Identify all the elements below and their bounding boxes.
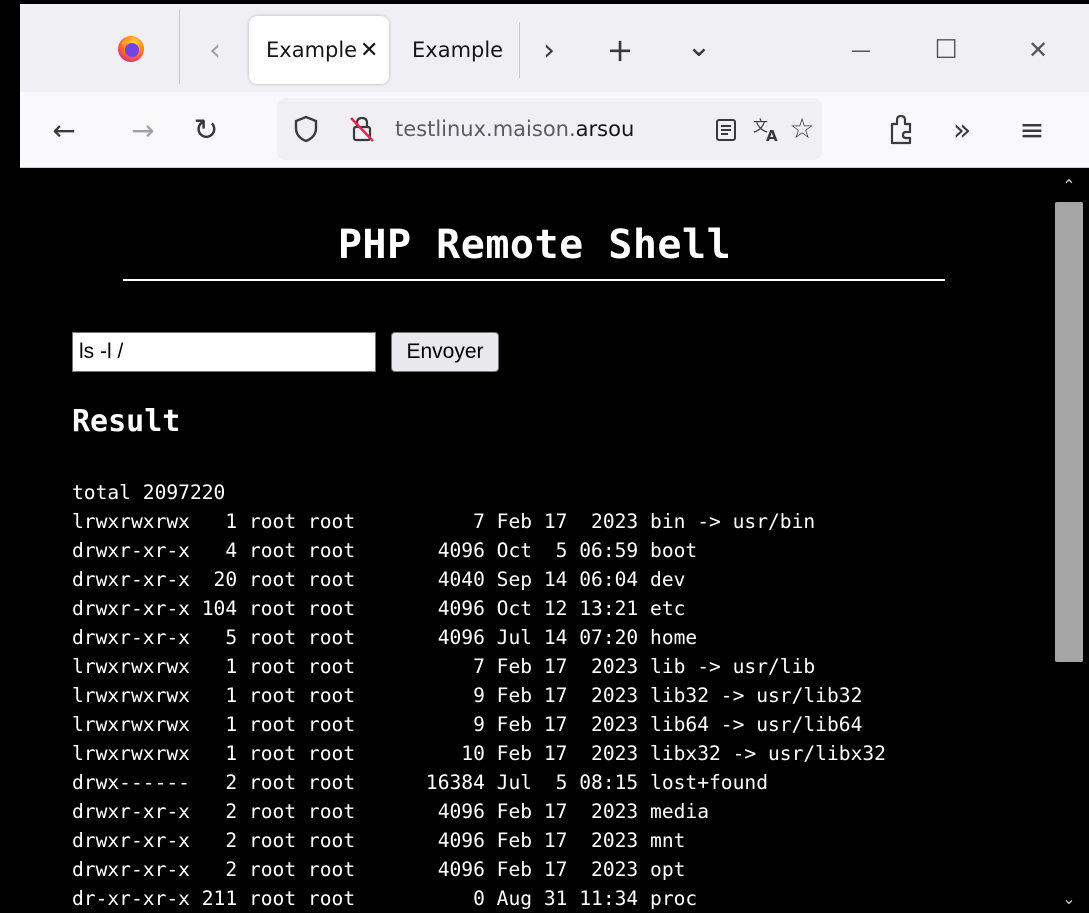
- svg-text:A: A: [766, 127, 778, 143]
- output-line: drwxr-xr-x 2 root root 4096 Feb 17 2023 …: [72, 829, 686, 852]
- submit-button[interactable]: Envoyer: [391, 332, 499, 372]
- title-divider: [123, 279, 945, 281]
- scroll-up-arrow-icon[interactable]: ⌃: [1049, 170, 1089, 200]
- reader-view-icon[interactable]: [715, 118, 737, 142]
- browser-window: ‹ Example ✕ Example › + ⌄ — ☐ ✕ ← → ↻ te…: [20, 0, 1089, 913]
- tab-example[interactable]: Example: [412, 16, 510, 84]
- vertical-scrollbar[interactable]: ⌃ ⌄: [1049, 168, 1089, 913]
- close-window-icon[interactable]: ✕: [1020, 30, 1056, 70]
- output-line: lrwxrwxrwx 1 root root 10 Feb 17 2023 li…: [72, 742, 886, 765]
- tab-example-active[interactable]: Example ✕: [249, 16, 389, 84]
- command-input[interactable]: [72, 332, 376, 372]
- hamburger-menu-icon[interactable]: ≡: [1014, 110, 1050, 150]
- tab-separator: [519, 22, 520, 78]
- url-text[interactable]: testlinux.maison.arsou: [395, 98, 705, 160]
- tab-title: Example: [412, 38, 504, 62]
- output-line: lrwxrwxrwx 1 root root 9 Feb 17 2023 lib…: [72, 684, 863, 707]
- command-output: total 2097220 lrwxrwxrwx 1 root root 7 F…: [72, 478, 886, 913]
- output-line: dr-xr-xr-x 211 root root 0 Aug 31 11:34 …: [72, 887, 698, 910]
- navigation-toolbar: ← → ↻ testlinux.maison.arsou 文 A ☆ » ≡: [20, 92, 1089, 168]
- firefox-logo-icon[interactable]: [116, 34, 146, 64]
- tab-title: Example: [266, 38, 358, 62]
- shield-icon[interactable]: [293, 115, 319, 143]
- url-host-prefix: testlinux.maison.: [395, 117, 576, 141]
- reload-icon[interactable]: ↻: [188, 110, 224, 150]
- new-tab-icon[interactable]: +: [603, 30, 637, 70]
- overflow-menu-icon[interactable]: »: [944, 110, 980, 150]
- tab-strip: ‹ Example ✕ Example › + ⌄ — ☐ ✕: [20, 0, 1089, 92]
- tab-scroll-left-icon[interactable]: ‹: [200, 30, 230, 70]
- url-bar[interactable]: testlinux.maison.arsou 文 A ☆: [277, 98, 822, 160]
- output-line: drwx------ 2 root root 16384 Jul 5 08:15…: [72, 771, 768, 794]
- tab-strip-separator: [179, 10, 180, 84]
- output-line: drwxr-xr-x 4 root root 4096 Oct 5 06:59 …: [72, 539, 698, 562]
- output-line: drwxr-xr-x 104 root root 4096 Oct 12 13:…: [72, 597, 686, 620]
- tab-close-icon[interactable]: ✕: [360, 38, 378, 63]
- output-line: lrwxrwxrwx 1 root root 7 Feb 17 2023 bin…: [72, 510, 816, 533]
- scroll-thumb[interactable]: [1055, 202, 1083, 662]
- bookmark-star-icon[interactable]: ☆: [785, 108, 819, 148]
- extensions-icon[interactable]: [886, 112, 916, 146]
- page-content: PHP Remote Shell Envoyer Result total 20…: [20, 168, 1049, 913]
- url-host-domain: arsou: [575, 117, 635, 141]
- lock-strike-icon[interactable]: [347, 114, 377, 144]
- tab-scroll-right-icon[interactable]: ›: [534, 30, 564, 70]
- output-line: drwxr-xr-x 2 root root 4096 Feb 17 2023 …: [72, 800, 710, 823]
- forward-icon[interactable]: →: [125, 110, 161, 150]
- back-icon[interactable]: ←: [46, 110, 82, 150]
- translate-icon[interactable]: 文 A: [752, 115, 782, 143]
- output-line: drwxr-xr-x 20 root root 4040 Sep 14 06:0…: [72, 568, 686, 591]
- minimize-icon[interactable]: —: [843, 30, 879, 70]
- output-line: drwxr-xr-x 2 root root 4096 Feb 17 2023 …: [72, 858, 686, 881]
- page-title: PHP Remote Shell: [337, 222, 732, 268]
- output-line: drwxr-xr-x 5 root root 4096 Jul 14 07:20…: [72, 626, 698, 649]
- maximize-icon[interactable]: ☐: [928, 30, 964, 70]
- output-line: lrwxrwxrwx 1 root root 7 Feb 17 2023 lib…: [72, 655, 816, 678]
- scroll-down-arrow-icon[interactable]: ⌄: [1049, 883, 1089, 913]
- output-line: total 2097220: [72, 481, 226, 504]
- result-heading: Result: [72, 404, 181, 439]
- output-line: lrwxrwxrwx 1 root root 9 Feb 17 2023 lib…: [72, 713, 863, 736]
- list-all-tabs-icon[interactable]: ⌄: [682, 26, 716, 66]
